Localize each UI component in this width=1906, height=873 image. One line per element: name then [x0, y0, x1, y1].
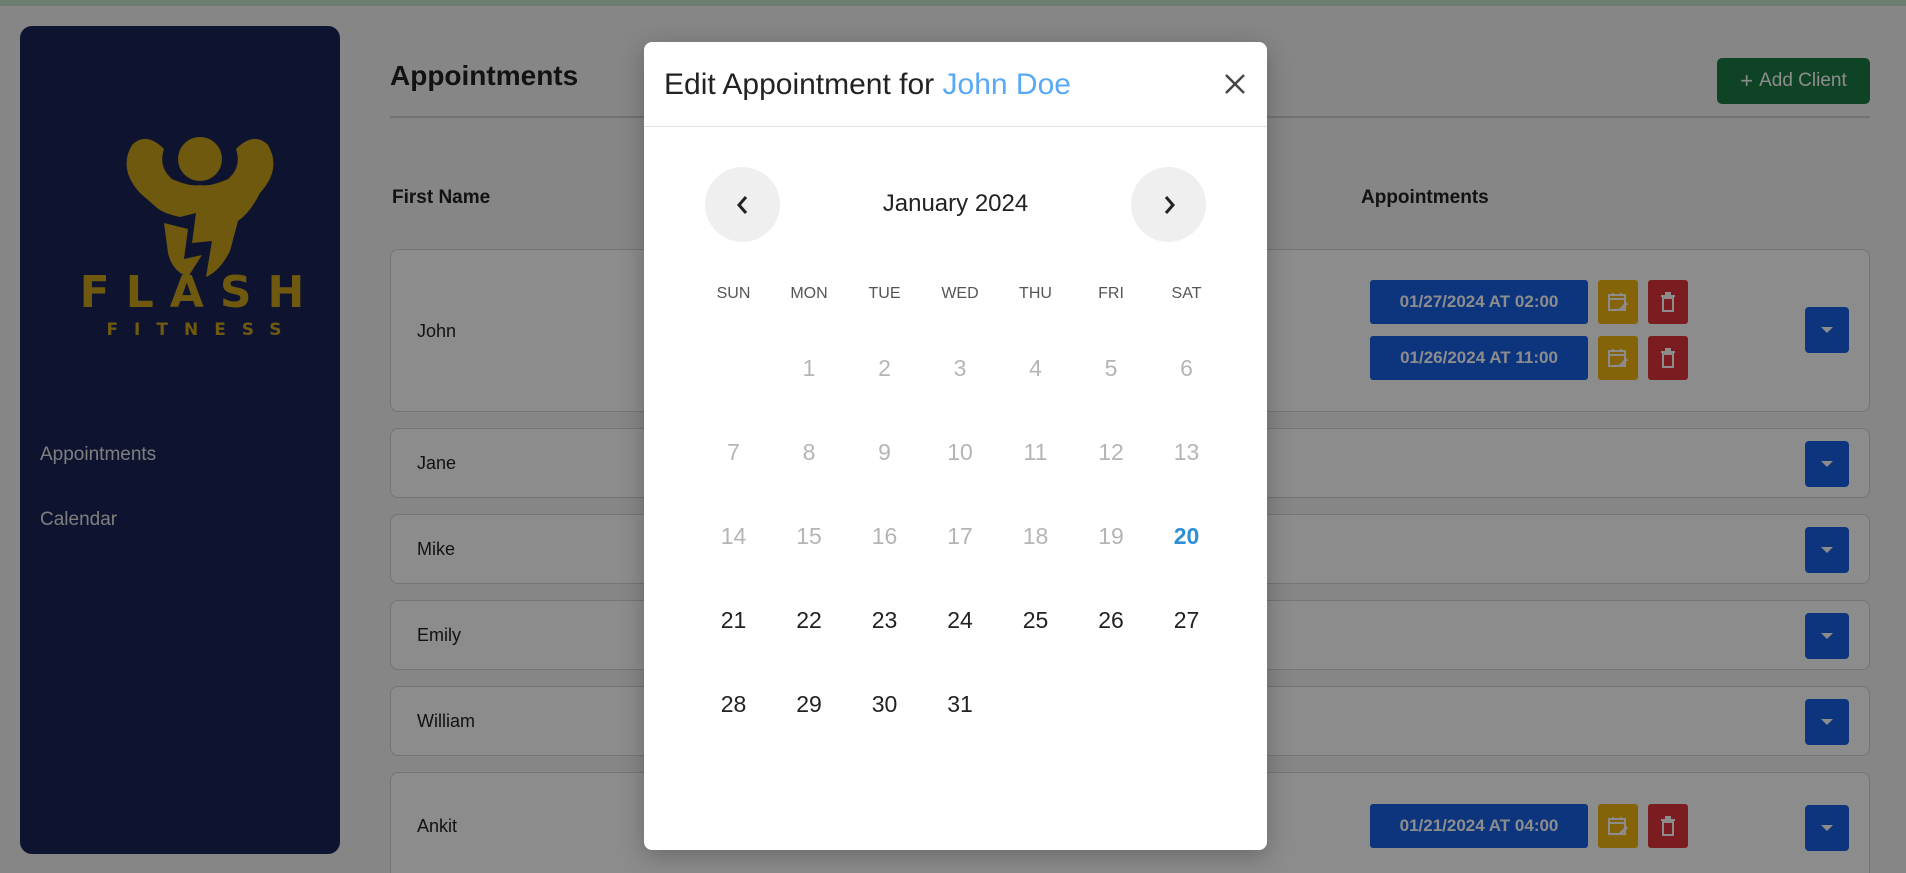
chevron-right-icon: [1164, 195, 1175, 214]
calendar-day: 8: [802, 439, 816, 465]
calendar-day: 12: [1098, 439, 1124, 465]
calendar-day[interactable]: 20: [1149, 516, 1224, 556]
weekday-label: THU: [1019, 285, 1052, 302]
weekday-label: MON: [790, 285, 828, 302]
calendar-day[interactable]: 21: [696, 600, 771, 640]
weekday-label: WED: [941, 285, 979, 302]
calendar-day: 5: [1104, 355, 1118, 381]
calendar-day: 14: [720, 523, 747, 549]
close-button[interactable]: [1221, 70, 1249, 98]
weekday-label: SUN: [716, 285, 751, 302]
calendar-day[interactable]: 31: [923, 684, 998, 724]
calendar-day: 11: [1023, 439, 1048, 465]
calendar-day[interactable]: 26: [1074, 600, 1149, 640]
calendar-day: 16: [871, 523, 898, 549]
weekday-label: FRI: [1098, 285, 1124, 302]
calendar-day: 2: [878, 355, 891, 381]
calendar-day: 7: [727, 439, 740, 465]
calendar-day: 17: [947, 523, 973, 549]
calendar-day: 15: [796, 523, 822, 549]
edit-appointment-modal: Edit Appointment for John Doe January 20…: [644, 42, 1267, 850]
calendar-day[interactable]: 30: [847, 684, 922, 724]
modal-title-prefix: Edit Appointment for: [664, 68, 935, 101]
calendar-day: 18: [1022, 523, 1049, 549]
calendar-day: 9: [878, 439, 891, 465]
calendar-day[interactable]: 29: [772, 684, 847, 724]
calendar-day: 1: [802, 355, 816, 381]
calendar-day[interactable]: 27: [1149, 600, 1224, 640]
calendar-day: 3: [953, 355, 967, 381]
calendar-day: 13: [1173, 439, 1200, 465]
calendar-day: 19: [1098, 523, 1124, 549]
close-icon: [1225, 74, 1245, 94]
calendar-day[interactable]: 23: [847, 600, 922, 640]
modal-title: Edit Appointment for John Doe: [664, 68, 1071, 102]
modal-header: Edit Appointment for John Doe: [644, 42, 1267, 127]
calendar-day[interactable]: 25: [998, 600, 1073, 640]
calendar-day: 10: [947, 439, 973, 465]
next-month-button[interactable]: [1131, 167, 1206, 242]
calendar-day[interactable]: 22: [772, 600, 847, 640]
calendar-day: 4: [1029, 355, 1042, 381]
calendar-day[interactable]: 28: [696, 684, 771, 724]
calendar-day: 6: [1180, 355, 1193, 381]
weekday-label: SAT: [1171, 285, 1202, 302]
weekday-label: TUE: [868, 285, 901, 302]
modal-client-name: John Doe: [942, 68, 1071, 101]
calendar-day[interactable]: 24: [923, 600, 998, 640]
